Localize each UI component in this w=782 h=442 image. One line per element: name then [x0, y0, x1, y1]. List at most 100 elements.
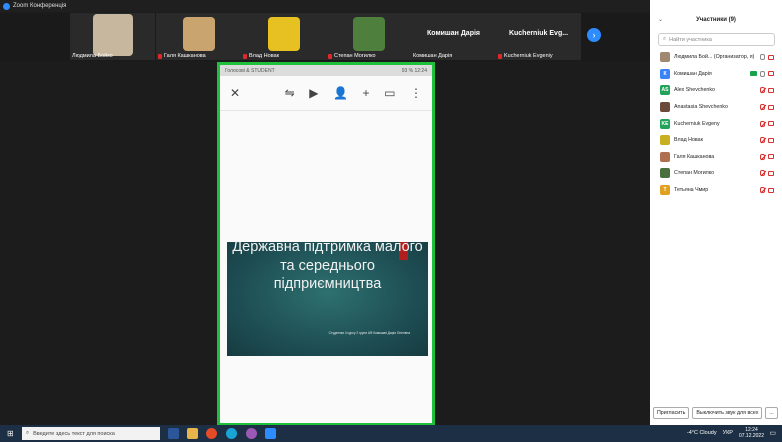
avatar: К — [660, 68, 670, 79]
participant-row[interactable]: Anastasia Shevchenko — [650, 99, 782, 116]
plus-icon[interactable]: + — [363, 86, 370, 100]
video-off-icon — [768, 54, 774, 60]
video-off-icon — [768, 137, 774, 143]
word-icon[interactable] — [168, 428, 179, 439]
more-vert-icon[interactable]: ⋮ — [410, 86, 422, 100]
participant-row[interactable]: Влад Новак — [650, 132, 782, 149]
invite-button[interactable]: Пригласить — [653, 407, 690, 419]
participant-row[interactable]: AS Alex Shevchenko — [650, 82, 782, 99]
video-off-icon — [768, 87, 774, 93]
participant-status-icons — [760, 187, 774, 194]
participant-name: Тетьяна Чмир — [674, 187, 709, 194]
search-icon: ⌕ — [26, 430, 30, 436]
participant-status-icons — [760, 170, 774, 177]
video-tile[interactable]: Влад Новак — [241, 13, 326, 60]
muted-mic-icon — [243, 53, 247, 59]
slide-title: Державна підтримка малого та середнього … — [232, 239, 423, 292]
edge-icon[interactable] — [226, 428, 237, 439]
cast-icon[interactable]: ⇋ — [285, 86, 295, 100]
muted-mic-icon — [328, 53, 332, 59]
more-options-button[interactable]: ... — [765, 407, 778, 419]
video-off-icon — [768, 71, 774, 77]
muted-mic-icon — [498, 53, 502, 59]
avatar: Т — [660, 185, 670, 196]
status-right: 93 % 12:24 — [401, 67, 427, 74]
participants-panel: ⌄ Участники (9) ⌕ Найти участника Людмил… — [650, 0, 782, 425]
panel-title: Участники (9) — [696, 17, 736, 23]
presentation-toolbar: ✕ ⇋ ▶ 👤 + ▭ ⋮ — [220, 76, 432, 111]
participant-row[interactable]: Степан Могилко — [650, 165, 782, 182]
next-page-icon[interactable]: › — [587, 28, 601, 42]
window-titlebar: Zoom Конференція — [0, 0, 650, 12]
close-icon[interactable]: ✕ — [230, 86, 240, 100]
add-person-icon[interactable]: 👤 — [333, 86, 348, 100]
participant-name: Anastasia Shevchenko — [674, 104, 728, 111]
video-tile[interactable]: Степан Могилко — [326, 13, 411, 60]
participant-status-icons — [760, 120, 774, 127]
participant-row[interactable]: KE Kucherniuk Evgeny — [650, 115, 782, 132]
participant-video — [267, 17, 300, 51]
search-icon: ⌕ — [663, 36, 667, 42]
slide-preview: Державна підтримка малого та середнього … — [227, 239, 428, 356]
tile-big-name: Комишан Дарія — [426, 30, 481, 37]
avatar — [660, 102, 670, 113]
muted-mic-icon — [760, 120, 765, 127]
opera-icon[interactable] — [206, 428, 217, 439]
participant-row[interactable]: К Комишан Дарія — [650, 66, 782, 83]
language-indicator[interactable]: УКР — [723, 430, 733, 436]
video-tile[interactable]: Kucherniuk Evg... Kucherniuk Evgeniy — [496, 13, 581, 60]
muted-mic-icon — [760, 137, 765, 144]
status-left: Голосові & STUDENT — [225, 67, 275, 74]
video-off-icon — [768, 187, 774, 193]
participant-row[interactable]: Т Тетьяна Чмир — [650, 182, 782, 199]
participant-name: Kucherniuk Evgeny — [674, 120, 720, 127]
muted-mic-icon — [158, 53, 162, 59]
participant-status-icons — [760, 54, 774, 61]
participant-name: Людмила Бой... (Организатор, я) — [674, 54, 755, 61]
participant-search-input[interactable]: ⌕ Найти участника — [658, 33, 775, 46]
video-tile[interactable]: Галя Кашканова — [156, 13, 241, 60]
video-off-icon — [768, 170, 774, 176]
participant-status-icons — [760, 104, 774, 111]
notifications-icon[interactable]: ▭ — [769, 429, 776, 437]
participant-row[interactable]: Людмила Бой... (Организатор, я) — [650, 49, 782, 66]
participant-status-icons — [760, 137, 774, 144]
tile-name: Влад Новак — [243, 53, 279, 59]
avatar — [660, 151, 670, 162]
mute-all-button[interactable]: Выключить звук для всех — [692, 407, 763, 419]
participant-row[interactable]: Галя Кашканова — [650, 149, 782, 166]
avatar: KE — [660, 118, 670, 129]
participant-name: Степан Могилко — [674, 170, 715, 177]
video-tile[interactable]: Людмила Бойко — [70, 13, 155, 60]
file-explorer-icon[interactable] — [187, 428, 198, 439]
clock[interactable]: 12:24 07.12.2022 — [739, 427, 764, 439]
window-title: Zoom Конференція — [13, 3, 67, 9]
video-on-icon — [750, 71, 757, 77]
muted-mic-icon — [760, 187, 765, 194]
participant-name: Галя Кашканова — [674, 153, 715, 160]
phone-status-bar: Голосові & STUDENT 93 % 12:24 — [220, 65, 432, 76]
tile-name: Комишан Дарія — [413, 53, 453, 59]
windows-start-icon[interactable]: ⊞ — [7, 429, 14, 438]
participant-name: Alex Shevchenko — [674, 87, 715, 94]
mic-icon — [760, 70, 765, 77]
video-off-icon — [768, 154, 774, 160]
zoom-logo-icon — [3, 2, 10, 10]
participant-video — [182, 17, 215, 51]
windows-taskbar: ⊞ ⌕ Введите здесь текст для поиска -4°C … — [0, 425, 782, 442]
participant-video — [352, 17, 385, 51]
video-off-icon — [768, 104, 774, 110]
zoom-taskbar-icon[interactable] — [265, 428, 276, 439]
comment-icon[interactable]: ▭ — [384, 86, 395, 100]
taskbar-search-input[interactable]: ⌕ Введите здесь текст для поиска — [22, 427, 160, 440]
weather[interactable]: -4°C Cloudy — [687, 430, 717, 436]
viber-icon[interactable] — [246, 428, 257, 439]
participant-name: Комишан Дарія — [674, 70, 712, 77]
participant-status-icons — [760, 153, 774, 160]
play-icon[interactable]: ▶ — [309, 86, 318, 100]
panel-buttons: Пригласить Выключить звук для всех ... — [653, 407, 779, 419]
video-tile[interactable]: Комишан Дарія Комишан Дарія — [411, 13, 496, 60]
muted-mic-icon — [760, 153, 765, 160]
avatar: AS — [660, 85, 670, 96]
tile-name: Людмила Бойко — [72, 53, 113, 59]
